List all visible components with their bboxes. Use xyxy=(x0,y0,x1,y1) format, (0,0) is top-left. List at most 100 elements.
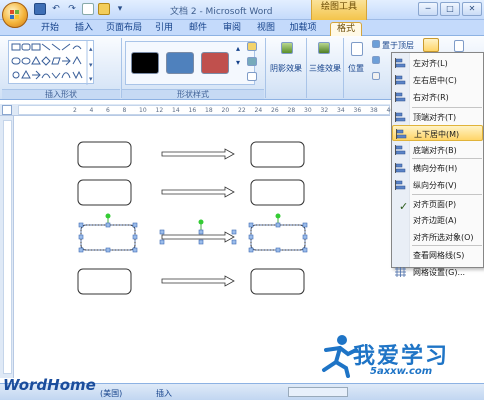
office-button[interactable] xyxy=(2,2,28,28)
distribute-horizontal-icon xyxy=(395,163,406,173)
menu-item-7[interactable]: 纵向分布(V) xyxy=(392,177,483,193)
menu-item-label: 底端对齐(B) xyxy=(413,146,457,155)
close-button[interactable]: ✕ xyxy=(462,2,482,16)
gallery-scroll-up-icon[interactable]: ▴ xyxy=(236,44,240,53)
align-right-icon xyxy=(395,92,406,102)
checkmark-icon: ✓ xyxy=(399,200,409,213)
ruler-number: 8 xyxy=(122,107,127,114)
status-language[interactable]: (美国) xyxy=(100,388,122,399)
insert-shapes-group-label: 插入形状 xyxy=(2,89,120,99)
svg-text:▾: ▾ xyxy=(89,61,93,69)
ruler-number: 34 xyxy=(337,107,345,114)
menu-item-2[interactable]: 右对齐(R) xyxy=(392,89,483,105)
svg-text:▾: ▾ xyxy=(89,75,93,83)
shape-fill-icon[interactable] xyxy=(247,42,257,51)
title-bar: ↶ ↷ ▾ 文档 2 - Microsoft Word 绘图工具 ─ □ ✕ xyxy=(0,0,484,20)
menu-item-10[interactable]: 对齐所选对象(O) xyxy=(392,229,483,245)
rounded-box-shape xyxy=(250,179,305,206)
menu-separator xyxy=(412,107,482,108)
menu-item-label: 上下居中(M) xyxy=(414,130,460,139)
shape-gallery[interactable]: ▴ ▾ ▾ xyxy=(8,40,94,85)
ruler-number: 32 xyxy=(320,107,329,114)
menu-item-label: 对齐页面(P) xyxy=(413,200,457,209)
arrow-shape xyxy=(161,148,235,160)
svg-text:▴: ▴ xyxy=(89,45,93,53)
menu-item-3[interactable]: 顶端对齐(T) xyxy=(392,109,483,125)
menu-item-label: 横向分布(H) xyxy=(413,164,458,173)
shadow-effect-button[interactable]: 阴影效果 xyxy=(270,63,302,74)
save-icon[interactable] xyxy=(34,3,46,15)
distribute-vertical-icon xyxy=(395,180,406,190)
style-swatch-red[interactable] xyxy=(201,52,229,74)
tab-references[interactable]: 引用 xyxy=(152,22,176,36)
tab-format[interactable]: 格式 xyxy=(330,22,362,36)
menu-item-label: 查看网格线(S) xyxy=(413,251,465,260)
shape-outline-icon[interactable] xyxy=(247,57,257,66)
ruler-number: 4 xyxy=(89,107,94,114)
undo-icon[interactable]: ↶ xyxy=(50,3,62,15)
new-document-icon[interactable] xyxy=(82,3,94,15)
group-divider xyxy=(343,38,344,98)
size-icon[interactable] xyxy=(454,40,464,52)
align-dropdown-menu: 左对齐(L) 左右居中(C) 右对齐(R) 顶端对齐(T) 上下居中(M) 底端对齐(B)… xyxy=(391,52,484,277)
tab-review[interactable]: 审阅 xyxy=(220,22,244,36)
menu-item-8[interactable]: ✓ 对齐页面(P) xyxy=(392,196,483,213)
minimize-button[interactable]: ─ xyxy=(418,2,438,16)
status-insert-mode[interactable]: 插入 xyxy=(156,388,172,399)
ruler-number: 6 xyxy=(106,107,110,114)
wordhome-logo: WordHome xyxy=(3,376,96,394)
menu-item-9[interactable]: 对齐边距(A) xyxy=(392,212,483,228)
menu-item-label: 右对齐(R) xyxy=(413,93,449,102)
customize-toolbar-icon[interactable]: ▾ xyxy=(114,3,126,15)
shape-styles-group-label: 形状样式 xyxy=(122,89,264,99)
ruler-number: 16 xyxy=(188,107,197,114)
menu-item-0[interactable]: 左对齐(L) xyxy=(392,55,483,71)
shadow-effect-icon[interactable] xyxy=(281,42,293,54)
maximize-button[interactable]: □ xyxy=(440,2,460,16)
align-bottom-icon xyxy=(395,145,406,155)
style-swatch-black[interactable] xyxy=(131,52,159,74)
change-shape-icon[interactable] xyxy=(247,72,257,81)
send-to-back-icon[interactable] xyxy=(372,56,380,64)
arrow-shape xyxy=(161,186,235,198)
menu-item-4[interactable]: 上下居中(M) xyxy=(392,125,483,141)
bring-to-front-icon[interactable] xyxy=(372,40,380,48)
menu-item-1[interactable]: 左右居中(C) xyxy=(392,72,483,88)
menu-item-6[interactable]: 横向分布(H) xyxy=(392,160,483,176)
align-middle-icon xyxy=(396,129,407,139)
align-top-icon xyxy=(395,112,406,122)
ruler-number: 26 xyxy=(271,107,279,114)
view-buttons[interactable] xyxy=(288,387,348,397)
position-icon[interactable] xyxy=(351,42,363,56)
position-button[interactable]: 位置 xyxy=(348,63,364,74)
ruler-number: 28 xyxy=(287,107,296,114)
tab-home[interactable]: 开始 xyxy=(36,22,64,36)
tab-page-layout[interactable]: 页面布局 xyxy=(104,22,144,36)
3d-effect-button[interactable]: 三维效果 xyxy=(309,63,341,74)
ruler-number: 30 xyxy=(304,107,312,114)
ribbon-tabs: 开始 插入 页面布局 引用 邮件 审阅 视图 加载项 格式 xyxy=(0,20,484,36)
menu-item-5[interactable]: 底端对齐(B) xyxy=(392,142,483,158)
ruler-number: 18 xyxy=(205,107,213,114)
tab-addins[interactable]: 加载项 xyxy=(286,22,320,36)
ruler-number: 20 xyxy=(221,107,230,114)
text-wrap-icon[interactable] xyxy=(372,72,380,80)
menu-item-12[interactable]: 网格设置(G)... xyxy=(392,264,483,280)
tab-view[interactable]: 视图 xyxy=(254,22,278,36)
style-swatch-blue[interactable] xyxy=(166,52,194,74)
redo-icon[interactable]: ↷ xyxy=(66,3,78,15)
selected-shape-group xyxy=(78,213,308,253)
tab-mailings[interactable]: 邮件 xyxy=(186,22,210,36)
bring-to-front-button[interactable]: 置于顶层 xyxy=(382,40,414,51)
menu-item-label: 对齐所选对象(O) xyxy=(413,233,474,242)
rounded-box-shape xyxy=(250,268,305,295)
3d-effect-icon[interactable] xyxy=(318,42,330,54)
tab-selector-icon[interactable] xyxy=(2,105,12,115)
menu-separator xyxy=(412,245,482,246)
rounded-box-shape xyxy=(250,141,305,168)
align-dropdown-button[interactable] xyxy=(423,38,439,52)
gallery-scroll-down-icon[interactable]: ▾ xyxy=(236,58,240,67)
tab-insert[interactable]: 插入 xyxy=(72,22,96,36)
open-folder-icon[interactable] xyxy=(98,3,110,15)
menu-item-11[interactable]: 查看网格线(S) xyxy=(392,247,483,263)
